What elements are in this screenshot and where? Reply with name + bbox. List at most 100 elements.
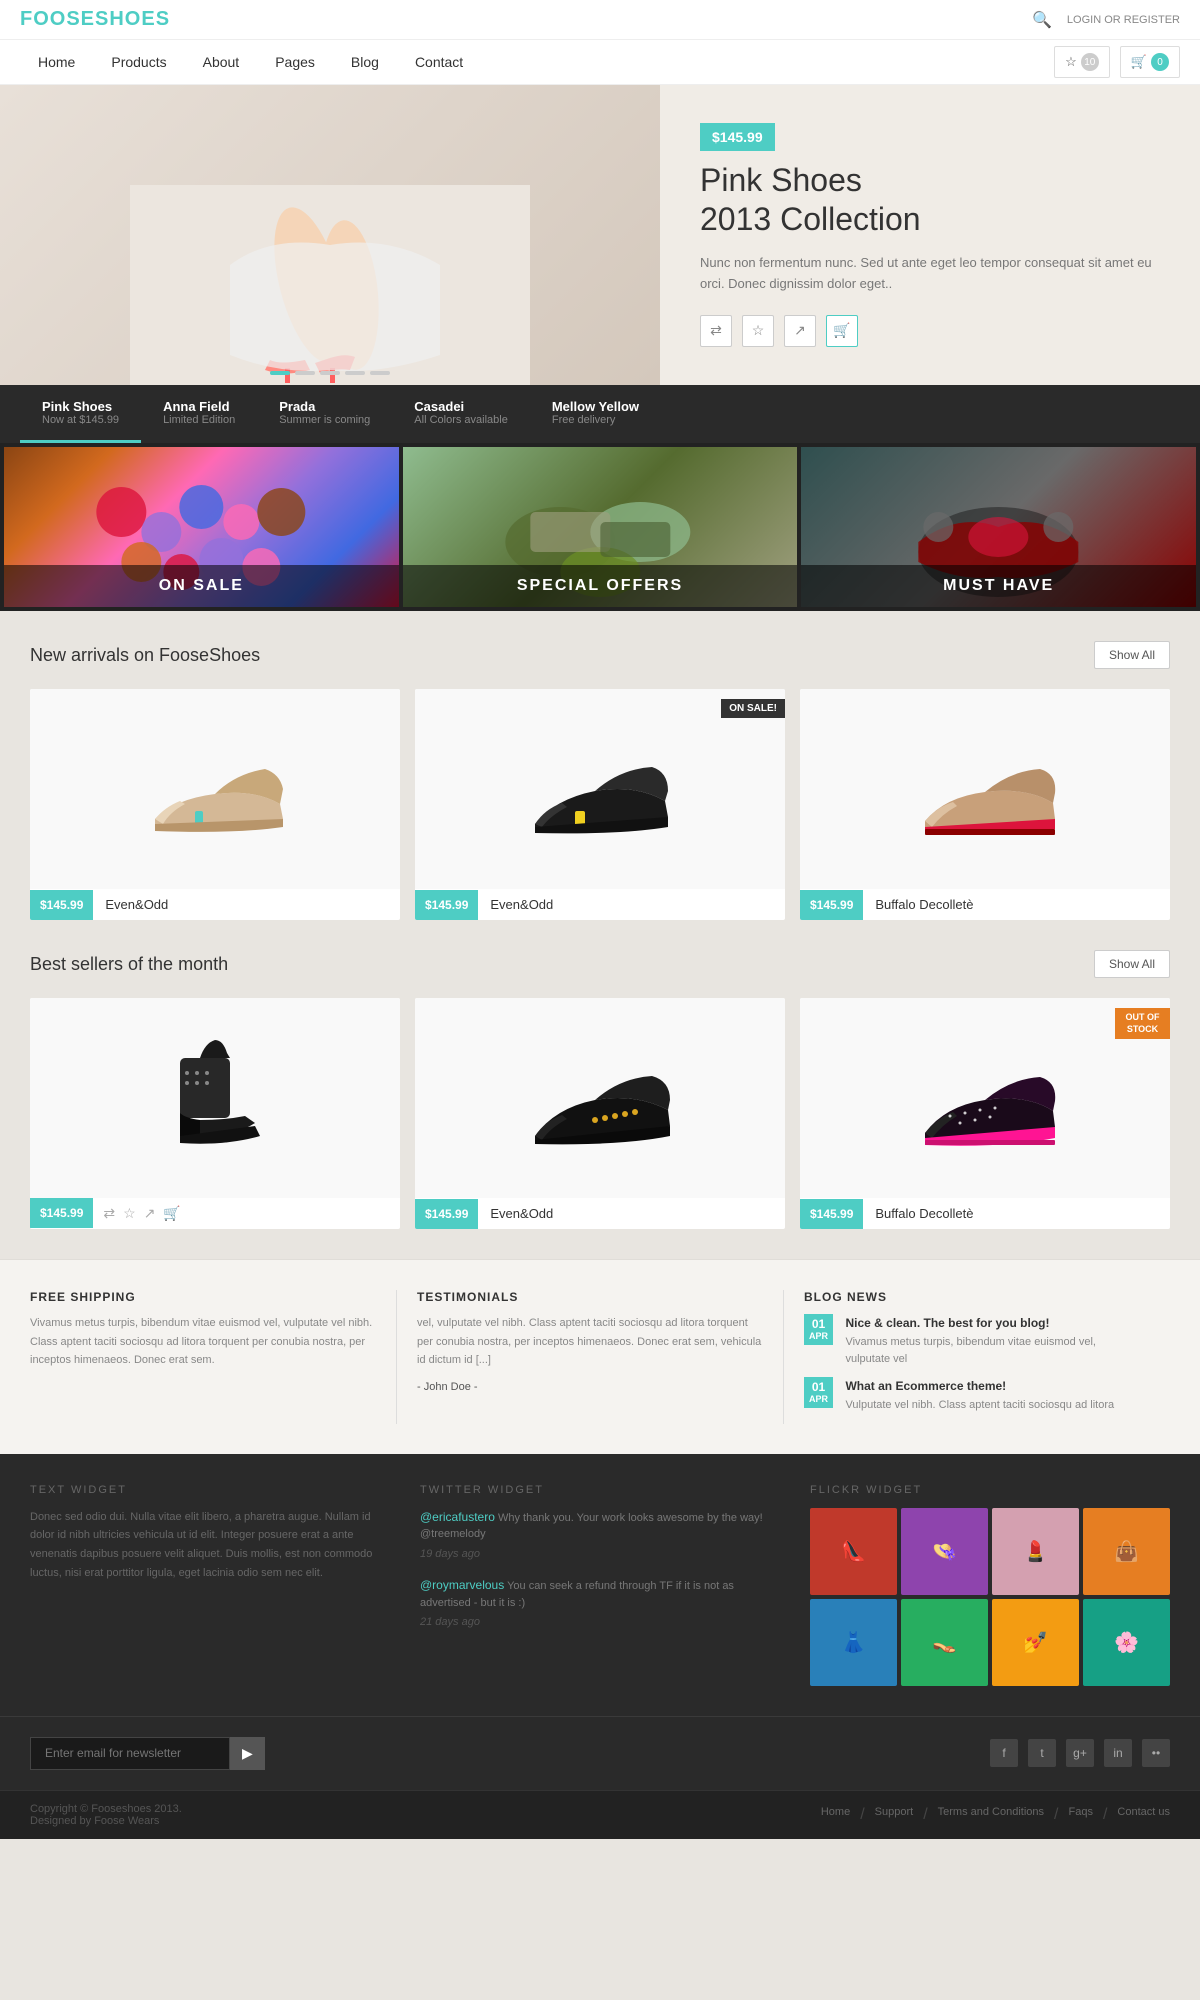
footer-divider-2: / — [923, 1806, 927, 1824]
hero-cart-btn[interactable]: 🛒 — [826, 315, 858, 347]
footer-link-home[interactable]: Home — [821, 1806, 850, 1824]
nav-links: Home Products About Pages Blog Contact — [20, 40, 481, 84]
banner-on-sale-label: ON SALE — [159, 577, 244, 594]
best-sellers-show-all[interactable]: Show All — [1094, 950, 1170, 978]
newsletter-email-input[interactable] — [30, 1737, 230, 1770]
text-widget-text: Donec sed odio dui. Nulla vitae elit lib… — [30, 1508, 390, 1583]
top-bar: FOOSESHOES 🔍 LOGIN or REGISTER — [0, 0, 1200, 40]
banner-on-sale[interactable]: ON SALE — [4, 447, 399, 607]
blog-link-1[interactable]: Nice & clean. The best for you blog! — [845, 1316, 1049, 1330]
dark-footer: TEXT WIDGET Donec sed odio dui. Nulla vi… — [0, 1454, 1200, 1716]
shipping-col: FREE SHIPPING Vivamus metus turpis, bibe… — [30, 1290, 396, 1424]
product-img-3 — [800, 689, 1170, 889]
slider-dot-3[interactable] — [320, 371, 340, 375]
nav-blog[interactable]: Blog — [333, 40, 397, 84]
tab-mellow-sub: Free delivery — [552, 414, 639, 426]
product-card-1[interactable]: $145.99 Even&Odd — [30, 689, 400, 920]
social-google-plus[interactable]: g+ — [1066, 1739, 1094, 1767]
banner-on-sale-overlay: ON SALE — [4, 565, 399, 607]
hero-compare-btn[interactable]: ⇄ — [700, 315, 732, 347]
best-seller-card-3[interactable]: OUT OF STOCK $145 — [800, 998, 1170, 1229]
slider-dot-4[interactable] — [345, 371, 365, 375]
banner-must-have[interactable]: MUST HAVE — [801, 447, 1196, 607]
shoe-img-2 — [520, 719, 680, 859]
tweet-1: @ericafustero Why thank you. Your work l… — [420, 1508, 780, 1563]
slider-dot-2[interactable] — [295, 371, 315, 375]
newsletter-submit-btn[interactable]: ▶ — [230, 1737, 265, 1770]
social-other[interactable]: •• — [1142, 1739, 1170, 1767]
hero-share-btn[interactable]: ↗ — [784, 315, 816, 347]
flickr-thumb-4[interactable]: 👜 — [1083, 1508, 1170, 1595]
flickr-thumb-2[interactable]: 👒 — [901, 1508, 988, 1595]
product-card-3[interactable]: $145.99 Buffalo Decolletè — [800, 689, 1170, 920]
blog-excerpt-1: Vivamus metus turpis, bibendum vitae eui… — [845, 1334, 1141, 1367]
social-linkedin[interactable]: in — [1104, 1739, 1132, 1767]
tweet-handle-2[interactable]: @roymarvelous — [420, 1578, 504, 1592]
shoe-img-1 — [135, 719, 295, 859]
best-seller-img-2 — [415, 998, 785, 1198]
blog-title: BLOG NEWS — [804, 1290, 1150, 1304]
best-seller-img-3: OUT OF STOCK — [800, 998, 1170, 1198]
tweet-handle-1[interactable]: @ericafustero — [420, 1510, 495, 1524]
cart-button[interactable]: 🛒 0 — [1120, 46, 1180, 78]
cart-icon-1[interactable]: 🛒 — [163, 1205, 180, 1222]
tab-mellow-yellow[interactable]: Mellow Yellow Free delivery — [530, 385, 661, 443]
search-button[interactable]: 🔍 — [1032, 10, 1052, 30]
flickr-thumb-8[interactable]: 🌸 — [1083, 1599, 1170, 1686]
footer-link-contact[interactable]: Contact us — [1117, 1806, 1170, 1824]
tweet-2: @roymarvelous You can seek a refund thro… — [420, 1576, 780, 1631]
hero-shoe-illustration — [66, 185, 594, 385]
social-facebook[interactable]: f — [990, 1739, 1018, 1767]
social-twitter[interactable]: t — [1028, 1739, 1056, 1767]
compare-icon-1[interactable]: ⇄ — [103, 1205, 115, 1222]
tab-prada-name: Prada — [279, 399, 370, 414]
wishlist-button[interactable]: ☆ 10 — [1054, 46, 1110, 78]
nav-contact[interactable]: Contact — [397, 40, 481, 84]
cart-count: 0 — [1151, 53, 1169, 71]
share-icon-1[interactable]: ↗ — [144, 1205, 156, 1222]
brand-logo[interactable]: FOOSESHOES — [20, 8, 170, 31]
slider-dot-1[interactable] — [270, 371, 290, 375]
hero-wishlist-btn[interactable]: ☆ — [742, 315, 774, 347]
category-banners: ON SALE SPECIAL OFFERS — [0, 443, 1200, 611]
best-seller-card-2[interactable]: $145.99 Even&Odd — [415, 998, 785, 1229]
nav-home[interactable]: Home — [20, 40, 93, 84]
product-card-2[interactable]: ON SALE! $145.99 Even&Odd — [415, 689, 785, 920]
tab-prada[interactable]: Prada Summer is coming — [257, 385, 392, 443]
shoe-img-3 — [905, 719, 1065, 859]
tab-casadei[interactable]: Casadei All Colors available — [392, 385, 530, 443]
flickr-thumb-7[interactable]: 💅 — [992, 1599, 1079, 1686]
wishlist-icon-1[interactable]: ☆ — [123, 1205, 136, 1222]
tab-casadei-sub: All Colors available — [414, 414, 508, 426]
login-register-link[interactable]: LOGIN or REGISTER — [1067, 14, 1180, 26]
flickr-thumb-1[interactable]: 👠 — [810, 1508, 897, 1595]
twitter-widget-title: TWITTER WIDGET — [420, 1484, 780, 1496]
footer-link-faqs[interactable]: Faqs — [1068, 1806, 1092, 1824]
slider-dot-5[interactable] — [370, 371, 390, 375]
footer-divider-4: / — [1103, 1806, 1107, 1824]
nav-about[interactable]: About — [185, 40, 258, 84]
pink-heel-img — [905, 1028, 1065, 1168]
on-sale-badge: ON SALE! — [721, 699, 785, 718]
tab-mellow-name: Mellow Yellow — [552, 399, 639, 414]
blog-excerpt-2: Vulputate vel nibh. Class aptent taciti … — [845, 1397, 1141, 1414]
footer-links: Home / Support / Terms and Conditions / … — [821, 1806, 1170, 1824]
tab-anna-field[interactable]: Anna Field Limited Edition — [141, 385, 257, 443]
flickr-grid: 👠 👒 💄 👜 👗 👡 💅 🌸 — [810, 1508, 1170, 1686]
blog-link-2[interactable]: What an Ecommerce theme! — [845, 1379, 1006, 1393]
footer-link-support[interactable]: Support — [875, 1806, 914, 1824]
best-sellers-section: Best sellers of the month Show All — [0, 940, 1200, 1249]
new-arrivals-show-all[interactable]: Show All — [1094, 641, 1170, 669]
tab-pink-shoes[interactable]: Pink Shoes Now at $145.99 — [20, 385, 141, 443]
flickr-thumb-6[interactable]: 👡 — [901, 1599, 988, 1686]
flickr-thumb-5[interactable]: 👗 — [810, 1599, 897, 1686]
nav-pages[interactable]: Pages — [257, 40, 333, 84]
footer-link-terms[interactable]: Terms and Conditions — [938, 1806, 1044, 1824]
flickr-widget-col: FLICKR WIDGET 👠 👒 💄 👜 👗 👡 💅 🌸 — [810, 1484, 1170, 1686]
nav-products[interactable]: Products — [93, 40, 184, 84]
banner-special-offers[interactable]: SPECIAL OFFERS — [403, 447, 798, 607]
blog-content-2: What an Ecommerce theme! Vulputate vel n… — [845, 1377, 1141, 1414]
tab-pink-shoes-sub: Now at $145.99 — [42, 414, 119, 426]
flickr-thumb-3[interactable]: 💄 — [992, 1508, 1079, 1595]
best-seller-card-1[interactable]: $145.99 ⇄ ☆ ↗ 🛒 — [30, 998, 400, 1229]
